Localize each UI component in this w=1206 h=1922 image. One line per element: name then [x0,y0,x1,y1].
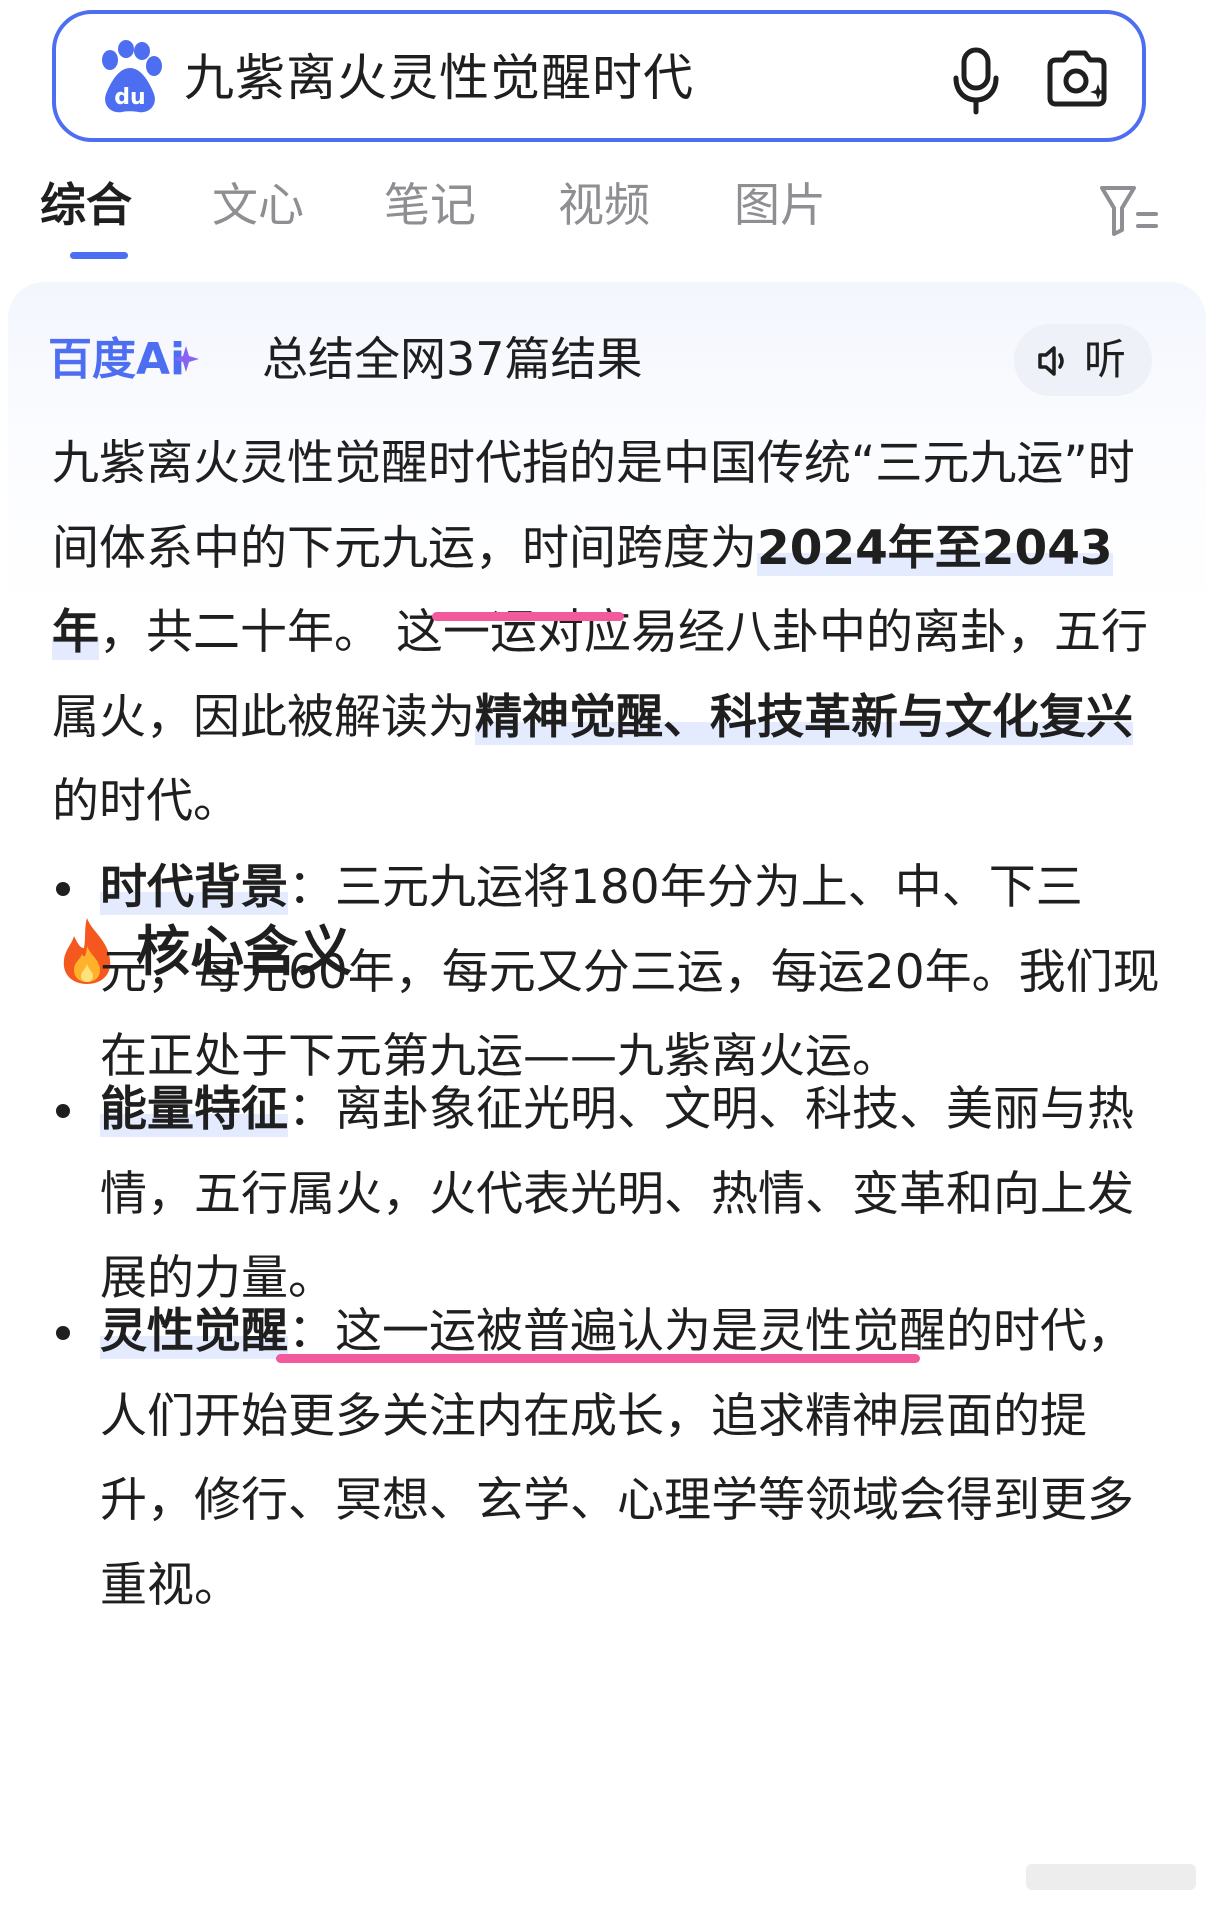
listen-label: 听 [1084,335,1127,384]
bullet-term: 能量特征 [100,1082,288,1137]
bullet-separator: ： [288,860,335,915]
baidu-ai-logo: 百度Ai [48,334,199,385]
search-tabs: 综合 文心 笔记 视频 图片 [0,172,1206,262]
tab-images[interactable]: 图片 [734,172,826,238]
speaker-icon [1038,346,1064,376]
listen-button[interactable]: 听 [1014,324,1152,396]
microphone-icon[interactable] [951,46,1001,116]
bullet-separator: ： [288,1304,335,1359]
search-input[interactable]: 九紫离火灵性觉醒时代 [184,46,694,110]
tab-wenxin[interactable]: 文心 [212,172,304,238]
bullet-term: 灵性觉醒 [100,1304,288,1359]
tab-videos[interactable]: 视频 [558,172,650,238]
svg-text:du: du [114,85,145,110]
bullet-dot [56,1104,70,1118]
bullet-dot [56,882,70,896]
watermark-icon [1026,1864,1196,1890]
baidu-paw-icon: du [102,40,162,113]
ai-brand-text: 百度Ai [48,334,185,385]
bullet-separator: ： [288,1082,335,1137]
filter-icon[interactable] [1098,184,1160,238]
bullet-dot [56,1326,70,1340]
tab-general[interactable]: 综合 [40,172,132,238]
active-tab-indicator [70,252,128,259]
pink-underline-mark [276,1354,920,1363]
intro-highlight-keywords: 精神觉醒、科技革新与文化复兴 [475,689,1133,745]
pink-underline-mark [432,612,624,621]
bullet-text-underlined: 这一运被普遍认为是灵性觉醒的时代 [335,1304,1087,1359]
search-bar[interactable]: du 九紫离火灵性觉醒时代 [52,10,1146,142]
bullet-term: 时代背景 [100,860,288,915]
ai-summary-title: 总结全网37篇结果 [262,332,643,386]
intro-text: 的时代。 [52,774,240,829]
camera-search-icon[interactable] [1044,48,1110,110]
tab-notes[interactable]: 笔记 [384,172,476,238]
intro-paragraph: 九紫离火灵性觉醒时代指的是中国传统“三元九运”时间体系中的下元九运，时间跨度为2… [52,422,1162,845]
